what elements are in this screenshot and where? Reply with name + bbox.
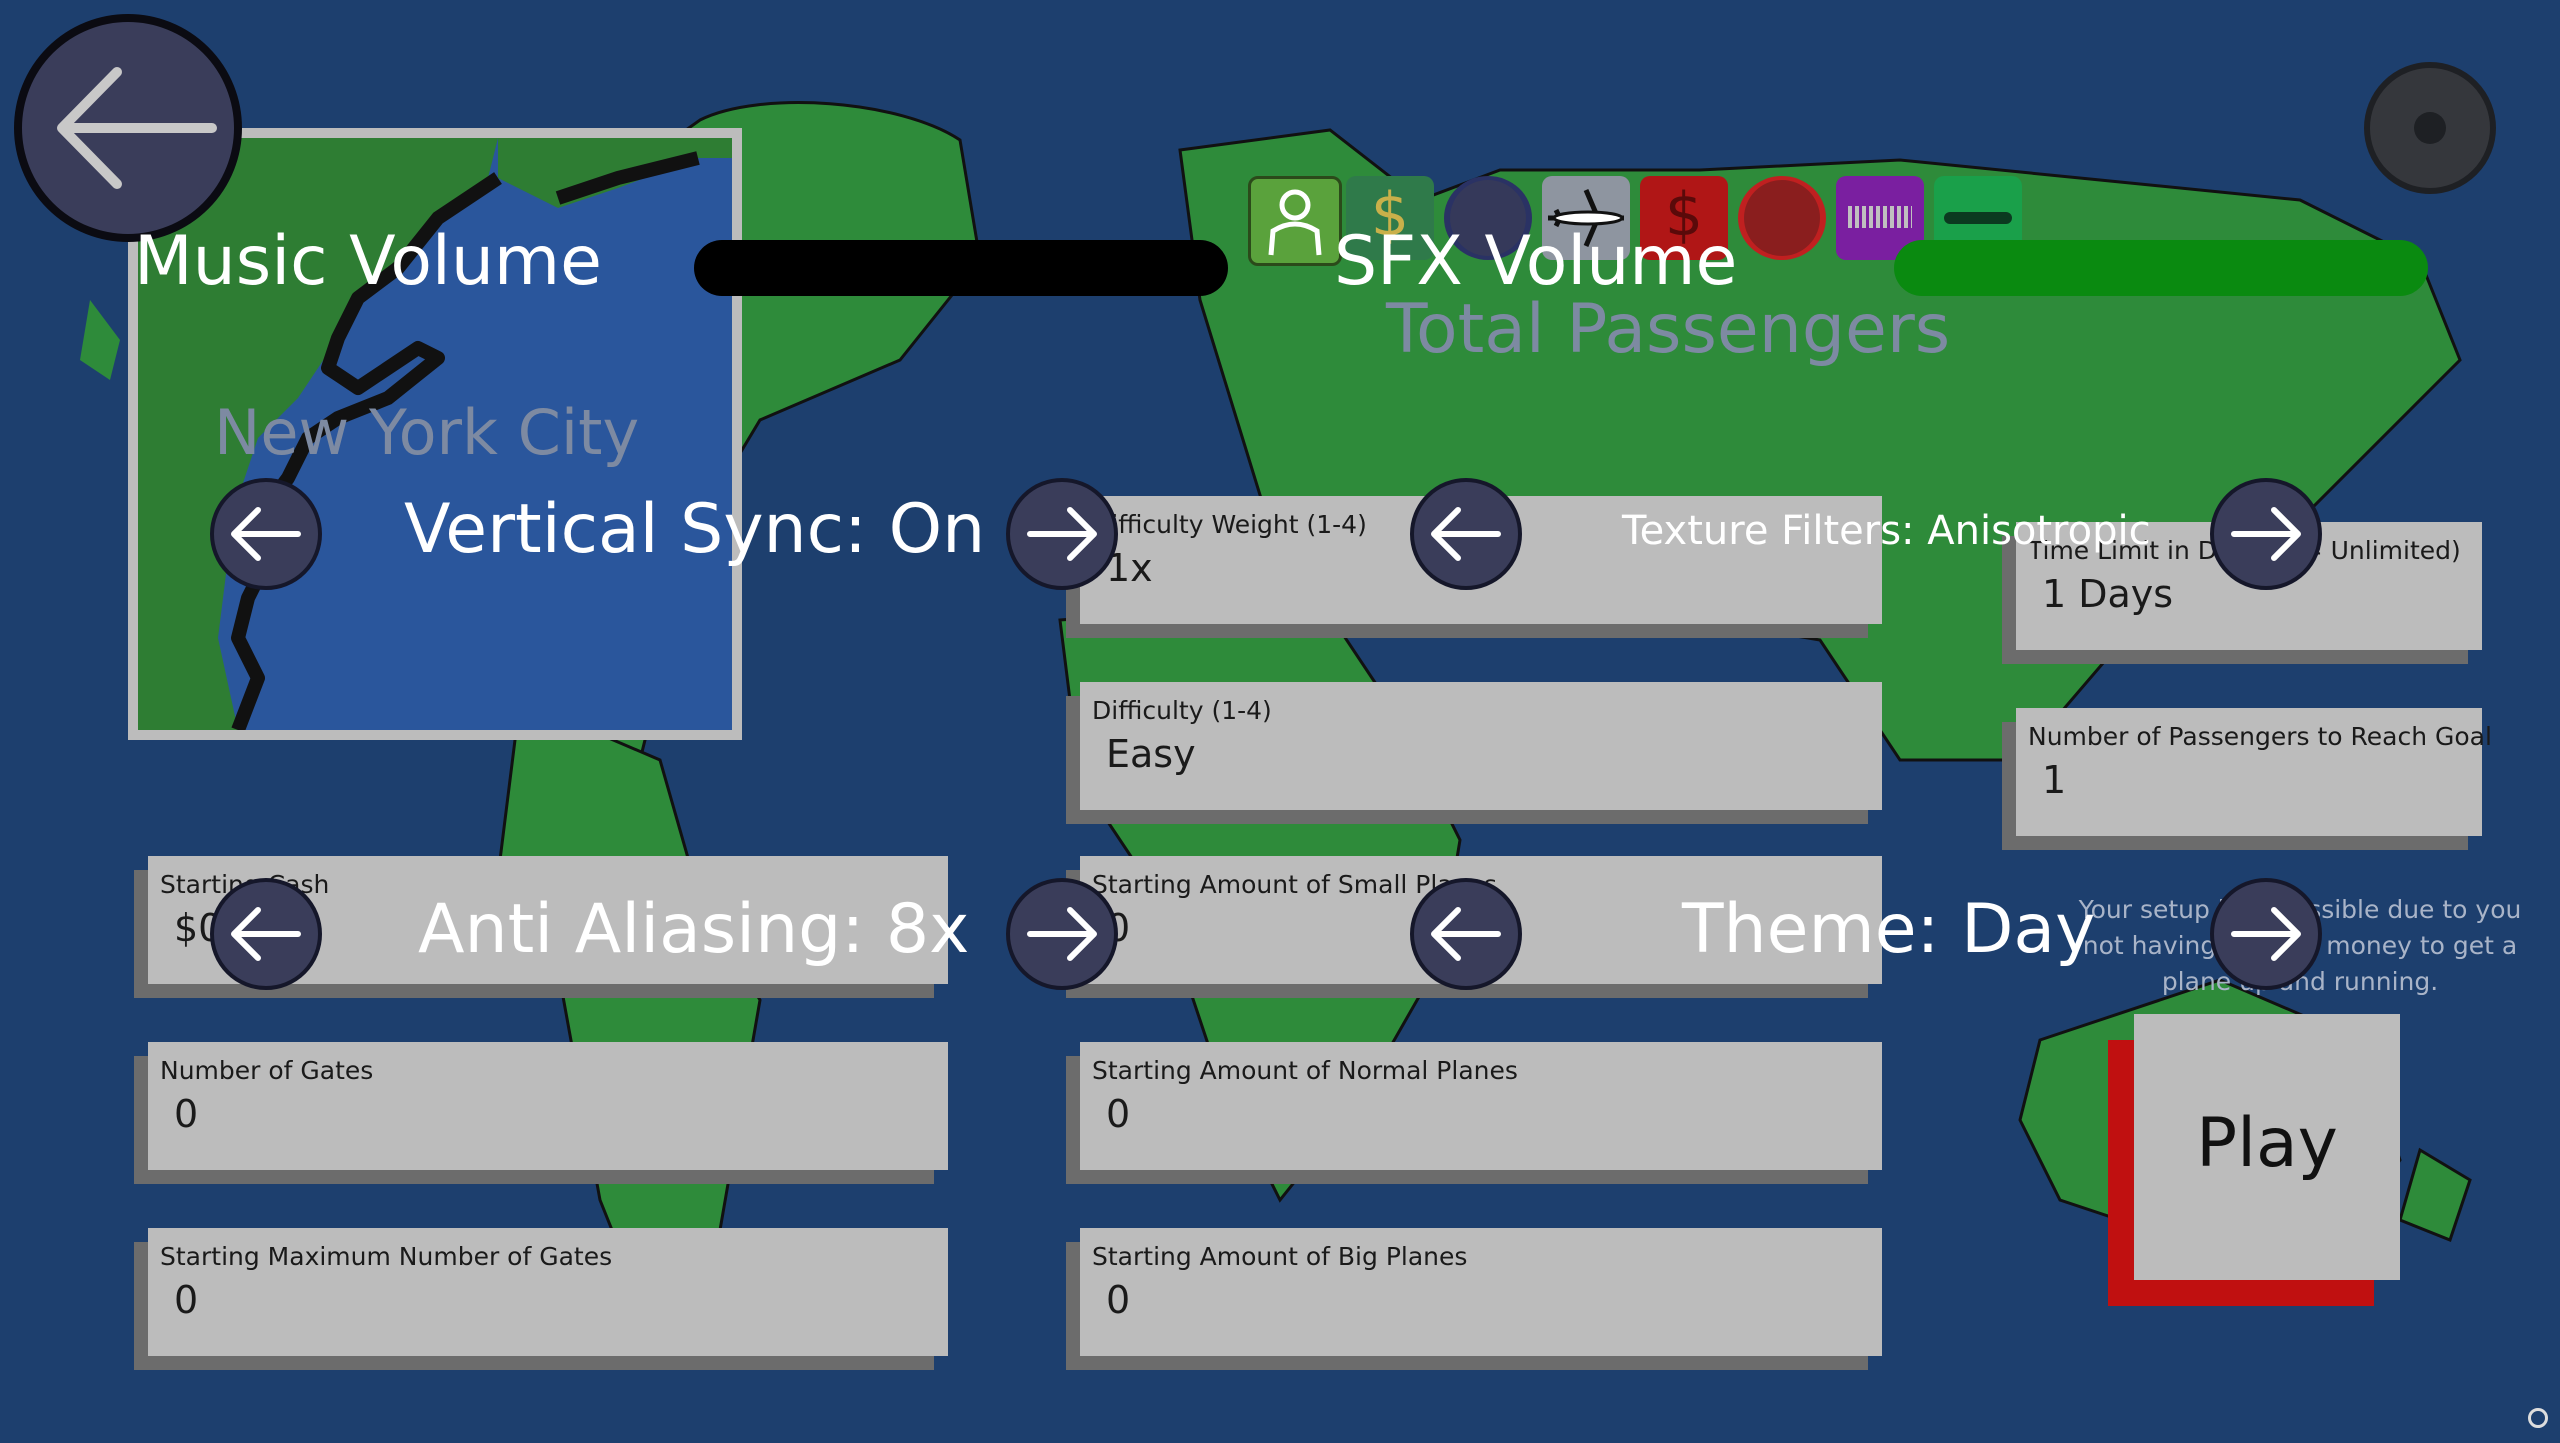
arrow-right-icon <box>1027 907 1097 961</box>
difficulty-label: Difficulty (1-4) <box>1092 696 1272 725</box>
time-limit-value: 1 Days <box>2042 572 2174 616</box>
arrow-right-icon <box>2231 907 2301 961</box>
gates-value: 0 <box>174 1092 199 1136</box>
max-gates-label: Starting Maximum Number of Gates <box>160 1242 613 1271</box>
sfx-volume-slider[interactable] <box>1894 240 2428 296</box>
max-gates-field[interactable]: Starting Maximum Number of Gates 0 <box>148 1228 948 1356</box>
gates-field[interactable]: Number of Gates 0 <box>148 1042 948 1170</box>
difficulty-weight-label: Difficulty Weight (1-4) <box>1092 510 1367 539</box>
vsync-next-button[interactable] <box>1006 478 1118 590</box>
gates-label: Number of Gates <box>160 1056 374 1085</box>
loading-icon <box>2528 1408 2548 1428</box>
difficulty-field[interactable]: Difficulty (1-4) Easy <box>1080 682 1882 810</box>
normal-planes-value: 0 <box>1106 1092 1131 1136</box>
arrow-right-icon <box>2231 507 2301 561</box>
back-button[interactable] <box>14 14 242 242</box>
passenger-icon[interactable] <box>1248 176 1342 266</box>
arrow-left-icon <box>57 67 217 189</box>
play-button[interactable]: Play <box>2134 1014 2400 1280</box>
theme-prev-button[interactable] <box>1410 878 1522 990</box>
aa-next-button[interactable] <box>1006 878 1118 990</box>
big-planes-label: Starting Amount of Big Planes <box>1092 1242 1468 1271</box>
arrow-left-icon <box>1431 507 1501 561</box>
anti-aliasing-label: Anti Aliasing: 8x <box>418 890 970 969</box>
goal-title: Total Passengers <box>1386 290 1951 369</box>
circle-icon[interactable] <box>1738 176 1826 260</box>
theme-next-button[interactable] <box>2210 878 2322 990</box>
normal-planes-field[interactable]: Starting Amount of Normal Planes 0 <box>1080 1042 1882 1170</box>
arrow-left-icon <box>1431 907 1501 961</box>
play-label: Play <box>2196 1104 2338 1183</box>
normal-planes-label: Starting Amount of Normal Planes <box>1092 1056 1518 1085</box>
big-planes-value: 0 <box>1106 1278 1131 1322</box>
music-volume-label: Music Volume <box>134 222 602 301</box>
texture-filters-label: Texture Filters: Anisotropic <box>1622 508 2151 554</box>
theme-label: Theme: Day <box>1682 890 2096 969</box>
music-volume-slider[interactable] <box>694 240 1228 296</box>
passengers-goal-value: 1 <box>2042 758 2067 802</box>
vsync-label: Vertical Sync: On <box>404 490 986 569</box>
arrow-right-icon <box>1027 507 1097 561</box>
city-name: New York City <box>214 396 640 469</box>
passengers-goal-label: Number of Passengers to Reach Goal <box>2028 722 2492 751</box>
max-gates-value: 0 <box>174 1278 199 1322</box>
arrow-left-icon <box>231 507 301 561</box>
aa-prev-button[interactable] <box>210 878 322 990</box>
vsync-prev-button[interactable] <box>210 478 322 590</box>
big-planes-field[interactable]: Starting Amount of Big Planes 0 <box>1080 1228 1882 1356</box>
gear-icon[interactable] <box>2364 62 2496 194</box>
passengers-goal-field[interactable]: Number of Passengers to Reach Goal 1 <box>2016 708 2492 836</box>
difficulty-value: Easy <box>1106 732 1196 776</box>
arrow-left-icon <box>231 907 301 961</box>
texture-prev-button[interactable] <box>1410 478 1522 590</box>
texture-next-button[interactable] <box>2210 478 2322 590</box>
